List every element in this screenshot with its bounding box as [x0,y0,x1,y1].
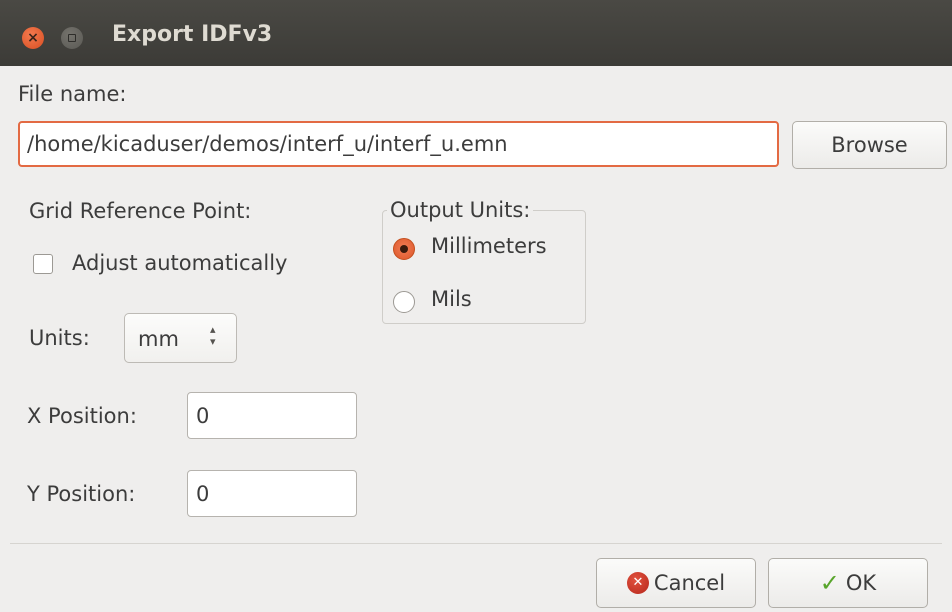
millimeters-radio[interactable] [393,238,415,260]
y-position-label: Y Position: [27,482,136,506]
units-value: mm [138,327,179,351]
title-bar: × Export IDFv3 [0,0,952,66]
ok-button[interactable]: ✓ OK [768,558,928,608]
units-select[interactable]: mm ▴ ▾ [124,313,237,363]
ok-button-label: OK [845,571,877,595]
output-units-label: Output Units: [387,198,534,222]
file-name-input[interactable] [18,121,779,167]
adjust-automatically-checkbox[interactable] [33,254,53,274]
maximize-glyph [68,34,76,42]
checkmark-icon: ✓ [819,569,840,597]
millimeters-label[interactable]: Millimeters [431,234,547,258]
y-position-input[interactable] [187,470,357,517]
radio-selected-dot [400,245,408,253]
close-window-icon[interactable]: × [22,27,44,49]
cancel-button[interactable]: ✕ Cancel [596,558,756,608]
grid-reference-label: Grid Reference Point: [29,199,252,223]
cancel-icon: ✕ [626,572,649,594]
mils-radio[interactable] [393,291,415,313]
footer-separator [10,543,942,544]
units-label: Units: [29,326,90,350]
x-position-input[interactable] [187,392,357,439]
browse-button[interactable]: Browse [792,121,947,169]
cancel-button-label: Cancel [653,571,726,595]
window-title: Export IDFv3 [112,22,273,47]
spinner-arrows-icon: ▴ ▾ [210,323,216,348]
x-position-label: X Position: [27,404,137,428]
mils-label[interactable]: Mils [431,287,472,311]
file-name-label: File name: [18,82,127,106]
maximize-window-icon[interactable] [61,27,83,49]
adjust-automatically-label[interactable]: Adjust automatically [72,251,288,275]
